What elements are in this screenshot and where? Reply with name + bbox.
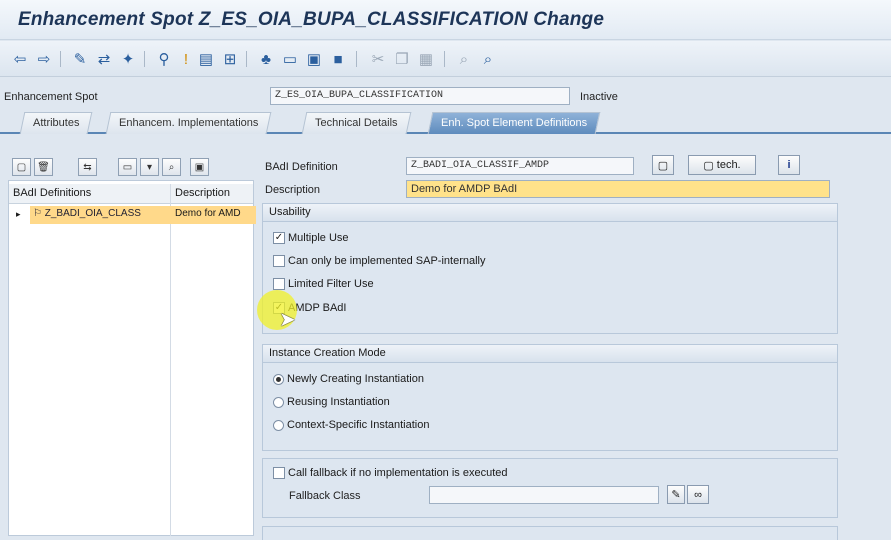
radio-button[interactable] — [273, 373, 284, 385]
call-fallback-checkbox[interactable]: Call fallback if no implementation is ex… — [273, 465, 508, 481]
radio-label: Context-Specific Instantiation — [287, 419, 430, 431]
next-group-edge — [262, 526, 838, 540]
toolbar-separator — [444, 51, 445, 67]
checkbox[interactable] — [273, 467, 285, 479]
find-icon[interactable]: ⌕ — [162, 158, 181, 176]
fallback-class-label: Fallback Class — [289, 490, 361, 502]
checkbox-label: Call fallback if no implementation is ex… — [288, 467, 508, 479]
radio-reusing[interactable]: Reusing Instantiation — [273, 394, 390, 410]
display-change-icon[interactable]: ✎ — [70, 49, 90, 69]
description-field[interactable]: Demo for AMDP BAdI — [406, 180, 830, 198]
expand-arrow-icon[interactable]: ▸ — [16, 209, 21, 220]
tree-column-badi-label: BAdI Definitions — [13, 187, 92, 199]
checkbox-label: Can only be implemented SAP-internally — [288, 255, 486, 267]
toolbar-separator — [144, 51, 145, 67]
title-bar: Enhancement Spot Z_ES_OIA_BUPA_CLASSIFIC… — [0, 0, 891, 40]
display-object-button[interactable]: ▢ — [652, 155, 674, 175]
checkbox[interactable] — [273, 278, 285, 290]
toolbar-separator — [246, 51, 247, 67]
enhancement-spot-field[interactable]: Z_ES_OIA_BUPA_CLASSIFICATION — [270, 87, 570, 105]
sap-internal-checkbox[interactable]: Can only be implemented SAP-internally — [273, 253, 486, 269]
tree-row[interactable]: ▸ ⚐ Z_BADI_OIA_CLASS Demo for AMD — [12, 206, 256, 224]
tree-node-description: Demo for AMD — [172, 206, 256, 224]
radio-context-specific[interactable]: Context-Specific Instantiation — [273, 417, 429, 433]
display-object-icon: ▢ — [657, 159, 669, 172]
cut-icon[interactable]: ✂ — [368, 49, 388, 69]
toolbar-separator — [356, 51, 357, 67]
create-icon[interactable]: ▢ — [12, 158, 31, 176]
multiple-use-checkbox[interactable]: ✓ Multiple Use — [273, 230, 349, 246]
enhancement-spot-label: Enhancement Spot — [4, 91, 98, 103]
find-icon[interactable]: ⌕ — [454, 49, 474, 69]
tree-column-badi[interactable]: BAdI Definitions — [9, 184, 170, 204]
status-label: Inactive — [580, 91, 618, 103]
filter-icon[interactable]: ▣ — [190, 158, 209, 176]
fallback-class-field[interactable] — [429, 486, 659, 504]
tab-attributes[interactable]: Attributes — [19, 112, 93, 134]
display-icon[interactable]: ▣ — [304, 49, 324, 69]
dropdown-icon[interactable]: ▾ — [140, 158, 159, 176]
activate-icon[interactable]: ✦ — [118, 49, 138, 69]
toolbar-separator — [60, 51, 61, 67]
tech-icon: ▢ — [703, 159, 714, 172]
tree-column-divider — [170, 184, 171, 536]
mouse-pointer-icon: ➤ — [279, 309, 296, 331]
tech-button-label: tech. — [716, 159, 741, 171]
fallback-group: Call fallback if no implementation is ex… — [262, 458, 838, 518]
radio-button[interactable] — [273, 419, 284, 431]
radio-newly-creating[interactable]: Newly Creating Instantiation — [273, 371, 424, 387]
forward-arrow-icon[interactable]: ⇨ — [34, 49, 54, 69]
usability-title: Usability — [263, 204, 837, 222]
checkbox[interactable] — [273, 255, 285, 267]
description-label: Description — [265, 184, 321, 196]
paste-icon[interactable]: ▦ — [416, 49, 436, 69]
instance-creation-group: Instance Creation Mode Newly Creating In… — [262, 344, 838, 451]
other-object-icon[interactable]: ⇄ — [94, 49, 114, 69]
delete-icon[interactable]: 🗑 — [34, 158, 53, 176]
tab-technical-details[interactable]: Technical Details — [301, 112, 411, 134]
checkbox[interactable]: ✓ — [273, 232, 285, 244]
where-used-icon[interactable]: ⚲ — [154, 49, 174, 69]
badi-tree-pane — [8, 180, 254, 536]
badi-definition-field[interactable]: Z_BADI_OIA_CLASSIF_AMDP — [406, 157, 634, 175]
radio-label: Newly Creating Instantiation — [287, 373, 424, 385]
checkbox-label: Limited Filter Use — [288, 278, 374, 290]
info-button[interactable]: i — [778, 155, 800, 175]
move-icon[interactable]: ⇆ — [78, 158, 97, 176]
tree-column-description[interactable]: Description — [171, 184, 253, 204]
find-next-icon[interactable]: ⌕ — [478, 49, 498, 69]
layout-icon[interactable]: ♣ — [256, 49, 276, 69]
check-icon[interactable]: ▤ — [196, 49, 216, 69]
info-icon[interactable]: ■ — [328, 49, 348, 69]
window-title: Enhancement Spot Z_ES_OIA_BUPA_CLASSIFIC… — [18, 9, 605, 30]
checkbox-label: Multiple Use — [288, 232, 349, 244]
tree-node-badi[interactable]: ⚐ Z_BADI_OIA_CLASS — [30, 206, 178, 224]
hierarchy-icon[interactable]: ⊞ — [220, 49, 240, 69]
tab-enh-spot-element-definitions[interactable]: Enh. Spot Element Definitions — [427, 112, 601, 134]
edit-pencil-icon[interactable]: ✎ — [667, 485, 685, 504]
radio-label: Reusing Instantiation — [287, 396, 390, 408]
info-icon: i — [787, 159, 791, 171]
radio-button[interactable] — [273, 396, 284, 408]
tab-strip: Attributes Enhancem. Implementations Tec… — [0, 110, 891, 134]
glasses-icon[interactable]: ∞ — [687, 485, 709, 504]
limited-filter-checkbox[interactable]: Limited Filter Use — [273, 276, 374, 292]
application-toolbar: ⇦ ⇨ ✎ ⇄ ✦ ⚲ ! ▤ ⊞ ♣ ▭ ▣ ■ ✂ ❐ ▦ ⌕ ⌕ — [0, 41, 891, 77]
screen-icon[interactable]: ▭ — [280, 49, 300, 69]
tree-column-description-label: Description — [175, 187, 231, 199]
inactive-icon[interactable]: ! — [176, 49, 196, 69]
usability-group: Usability ✓ Multiple Use Can only be impl… — [262, 203, 838, 334]
tech-button[interactable]: ▢ tech. — [688, 155, 756, 175]
display-icon[interactable]: ▭ — [118, 158, 137, 176]
instance-creation-title: Instance Creation Mode — [263, 345, 837, 363]
tab-enhancement-implementations[interactable]: Enhancem. Implementations — [105, 112, 272, 134]
badi-definition-label: BAdI Definition — [265, 161, 338, 173]
copy-icon[interactable]: ❐ — [392, 49, 412, 69]
back-arrow-icon[interactable]: ⇦ — [10, 49, 30, 69]
